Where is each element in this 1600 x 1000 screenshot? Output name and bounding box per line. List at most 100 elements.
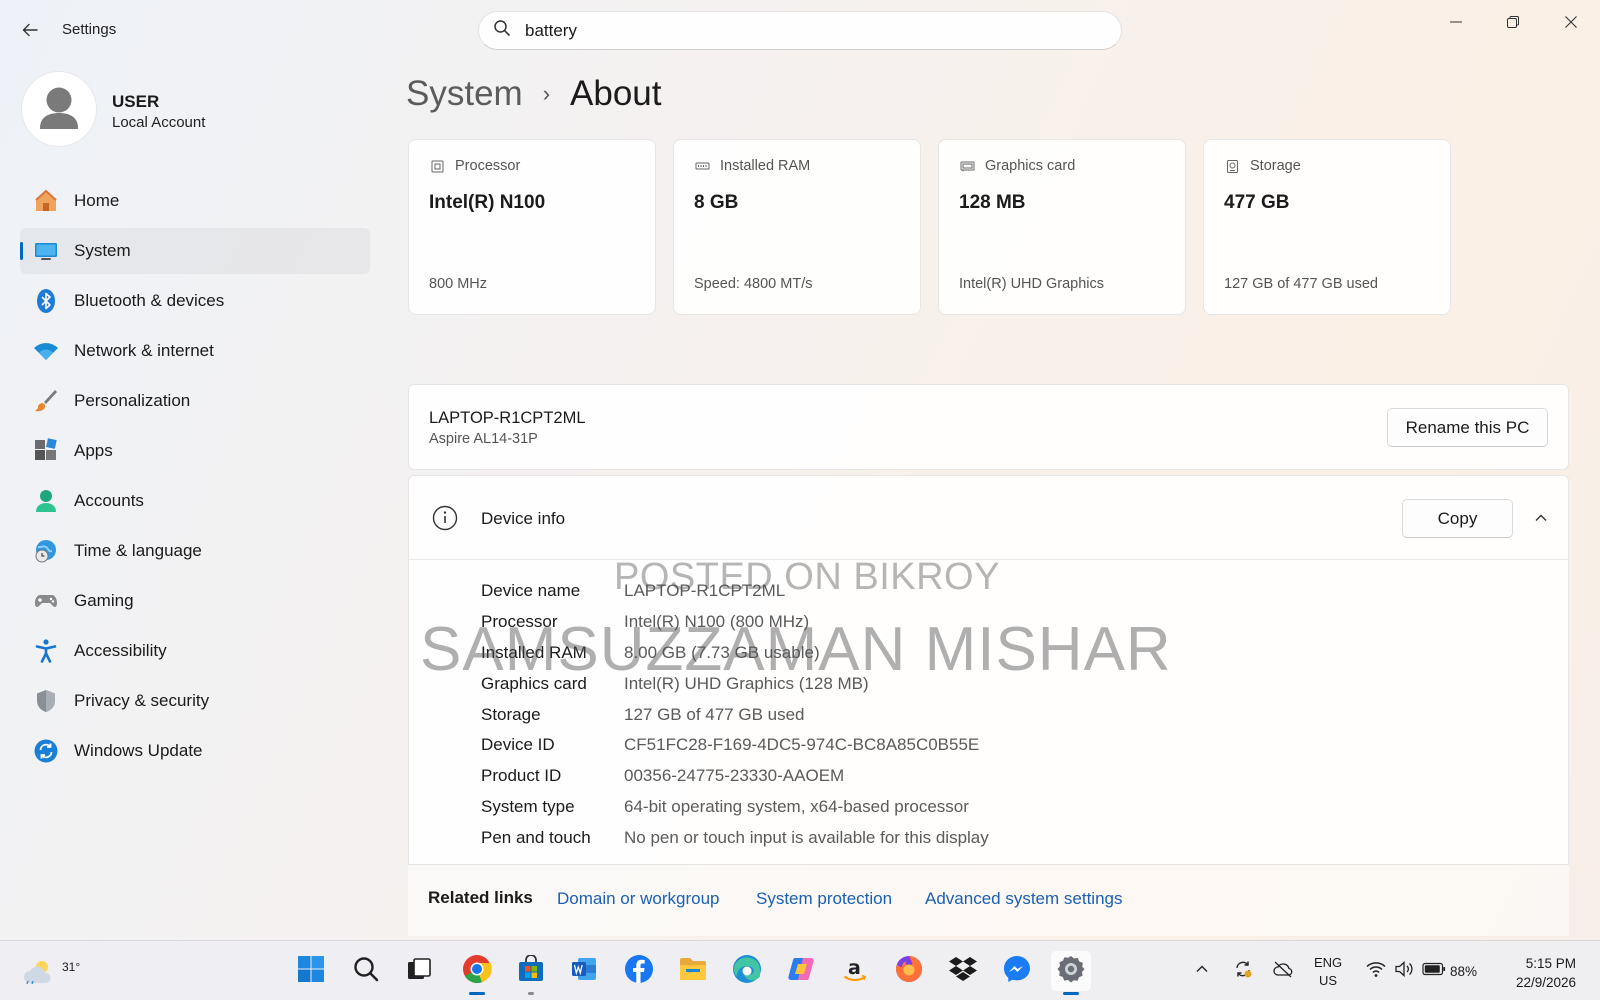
sidebar-item-system[interactable]: System [20,228,370,274]
sidebar-item-personalization[interactable]: Personalization [20,378,370,424]
close-button[interactable] [1543,6,1599,38]
quick-settings-button[interactable]: 88% [1366,951,1478,991]
spec-label: Device ID [481,735,555,755]
sidebar-item-privacy[interactable]: Privacy & security [20,678,370,724]
device-info-header[interactable]: Device info Copy [409,476,1568,560]
link-domain-workgroup[interactable]: Domain or workgroup [557,889,720,909]
dropbox-icon [948,955,978,988]
graphics-card-icon [959,158,975,174]
onedrive-tray-button[interactable] [1270,951,1296,991]
sidebar-item-bluetooth[interactable]: Bluetooth & devices [20,278,370,324]
sidebar-item-label: Accessibility [74,641,167,660]
sidebar-item-accessibility[interactable]: Accessibility [20,628,370,674]
spec-value: No pen or touch input is available for t… [624,827,989,847]
taskbar-edge[interactable] [727,951,767,991]
copy-button[interactable]: Copy [1402,499,1513,538]
processor-icon [429,158,445,174]
file-explorer-icon [678,955,708,988]
taskbar-file-explorer[interactable] [673,951,713,991]
input-language-indicator[interactable]: ENG US [1314,954,1342,990]
spec-value: 127 GB of 477 GB used [624,704,805,724]
facebook-icon [624,954,654,989]
sidebar-item-home[interactable]: Home [20,178,370,224]
sidebar-item-time-language[interactable]: Time & language [20,528,370,574]
region-code: US [1319,973,1338,988]
weather-cloud-icon [22,959,56,990]
search-box[interactable] [478,11,1122,50]
settings-icon [1056,954,1086,989]
restore-button[interactable] [1485,6,1541,38]
home-icon [32,187,60,215]
store-icon [517,953,545,988]
taskbar-store[interactable] [511,951,551,995]
taskbar-dropbox[interactable] [943,951,983,991]
spec-label: Storage [481,704,541,724]
user-profile[interactable]: USER Local Account [22,72,342,148]
clock[interactable]: 5:15 PM 22/9/2026 [1496,954,1576,992]
sidebar-item-accounts[interactable]: Accounts [20,478,370,524]
task-view-icon [406,956,432,987]
spec-label: Device name [481,581,581,601]
running-indicator [469,992,485,995]
taskbar-amazon[interactable]: a [835,951,875,991]
back-arrow-icon[interactable] [16,16,44,44]
rename-pc-button[interactable]: Rename this PC [1387,408,1548,447]
sidebar-item-label: Home [74,191,120,210]
device-spec-list: Device name LAPTOP-R1CPT2ML Processor Inte… [481,576,989,853]
taskbar-search[interactable] [346,951,386,991]
weather-temperature: 31° [62,960,81,974]
taskbar-start[interactable] [291,951,331,991]
card-subtext: 127 GB of 477 GB used [1224,276,1378,292]
weather-widget[interactable]: 31° [22,951,80,991]
card-title: Processor [455,158,521,174]
edge-icon [732,954,762,989]
taskbar-facebook[interactable] [619,951,659,991]
card-title: Installed RAM [720,158,811,174]
chevron-up-icon[interactable] [1529,506,1553,530]
taskbar-settings[interactable] [1051,951,1091,995]
user-name: USER [112,92,160,111]
spec-card-storage: Storage 477 GB 127 GB of 477 GB used [1203,139,1451,315]
spec-card-ram: Installed RAM 8 GB Speed: 4800 MT/s [673,139,921,315]
storage-icon [1224,158,1240,174]
spec-label: Installed RAM [481,642,587,662]
account-type: Local Account [112,114,206,131]
taskbar-copilot[interactable] [781,951,821,991]
sync-tray-button[interactable] [1230,951,1256,991]
link-system-protection[interactable]: System protection [756,889,892,909]
spec-value: Intel(R) N100 (800 MHz) [624,612,810,632]
sidebar-item-network[interactable]: Network & internet [20,328,370,374]
card-value: 8 GB [694,192,739,213]
sidebar-item-windows-update[interactable]: Windows Update [20,728,370,774]
breadcrumb-parent[interactable]: System [406,74,523,114]
spec-row-device-id: Device ID CF51FC28-F169-4DC5-974C-BC8A85C… [481,730,989,761]
show-hidden-icons-button[interactable] [1190,951,1214,991]
taskbar-word[interactable] [564,951,604,991]
card-value: 128 MB [959,192,1026,213]
spec-row-product-id: Product ID 00356-24775-23330-AAOEM [481,761,989,792]
taskbar-firefox[interactable] [889,951,929,991]
search-input[interactable] [525,20,1085,41]
bluetooth-icon [32,287,60,315]
accessibility-icon [32,637,60,665]
pc-name-panel: LAPTOP-R1CPT2ML Aspire AL14-31P Rename t… [408,384,1569,470]
chrome-icon [462,954,492,989]
battery-percentage: 88% [1450,963,1478,979]
sidebar-item-apps[interactable]: Apps [20,428,370,474]
sidebar-item-label: Time & language [74,541,202,560]
spec-value: 8.00 GB (7.73 GB usable) [624,642,820,662]
amazon-icon: a [841,955,869,988]
minimize-button[interactable] [1428,6,1484,38]
shield-icon [32,687,60,715]
spec-value: LAPTOP-R1CPT2ML [624,581,786,601]
clock-time: 5:15 PM [1525,956,1576,971]
link-advanced-system-settings[interactable]: Advanced system settings [925,889,1122,909]
taskbar-chrome[interactable] [457,951,497,995]
taskbar-task-view[interactable] [399,951,439,991]
taskbar-messenger[interactable] [997,951,1037,991]
sidebar-item-gaming[interactable]: Gaming [20,578,370,624]
ram-icon [694,158,710,174]
spec-row-processor: Processor Intel(R) N100 (800 MHz) [481,607,989,638]
spec-value: 00356-24775-23330-AAOEM [624,766,845,786]
spec-card-graphics: Graphics card 128 MB Intel(R) UHD Graphi… [938,139,1186,315]
